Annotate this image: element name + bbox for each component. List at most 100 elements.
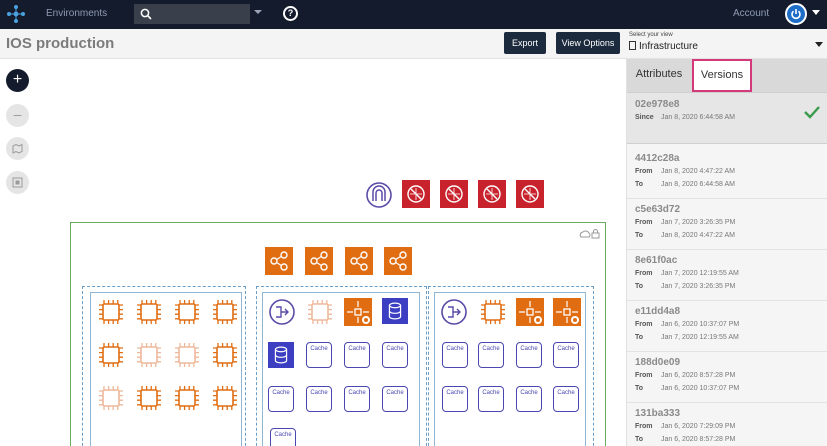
- power-icon[interactable]: [785, 3, 807, 25]
- version-to-value: Jan 6, 2020 10:37:07 PM: [661, 385, 740, 392]
- ec2-instance-icon[interactable]: [306, 298, 334, 326]
- version-to-label: To: [635, 334, 644, 341]
- version-item[interactable]: c5e63d72 From Jan 7, 2020 3:26:35 PM To Jan …: [627, 198, 827, 250]
- version-item[interactable]: 4412c28a From Jan 8, 2020 4:47:22 AM To Jan …: [627, 147, 827, 199]
- version-id: 131ba333: [635, 408, 681, 419]
- cache-node[interactable]: Cache: [268, 386, 294, 412]
- cache-node[interactable]: Cache: [344, 342, 370, 368]
- version-item[interactable]: e11dd4a8 From Jan 6, 2020 10:37:07 PM To Jan…: [627, 300, 827, 352]
- version-from-value: Jan 6, 2020 10:37:07 PM: [661, 321, 740, 328]
- export-button[interactable]: Export: [504, 32, 546, 54]
- cache-node[interactable]: Cache: [344, 386, 370, 412]
- ec2-instance-icon[interactable]: [97, 298, 125, 326]
- version-from-label: From: [635, 423, 653, 430]
- version-id: 188d0e09: [635, 357, 681, 368]
- version-from-label: From: [635, 372, 653, 379]
- cache-node[interactable]: Cache: [382, 342, 408, 368]
- cache-node[interactable]: Cache: [306, 386, 332, 412]
- security-group-icon[interactable]: [402, 180, 430, 208]
- version-to-label: To: [635, 385, 644, 392]
- version-since-value: Jan 8, 2020 6:44:58 AM: [661, 114, 735, 121]
- title-bar: IOS production Export View Options Selec…: [0, 29, 827, 59]
- view-chevron-down-icon[interactable]: [815, 42, 823, 48]
- version-id: c5e63d72: [635, 204, 681, 215]
- cache-node[interactable]: Cache: [442, 386, 468, 412]
- ec2-instance-icon[interactable]: [211, 384, 239, 412]
- select-view-label: Select your view: [629, 32, 673, 38]
- view-select-value: Infrastructure: [639, 41, 698, 52]
- panel-tabs: Attributes Versions: [627, 59, 827, 92]
- tab-versions[interactable]: Versions: [692, 59, 752, 92]
- load-balancer-icon[interactable]: [384, 247, 412, 275]
- chevron-down-icon[interactable]: [254, 8, 262, 16]
- load-balancer-icon[interactable]: [345, 247, 373, 275]
- app-logo-icon[interactable]: [6, 4, 26, 24]
- cache-node[interactable]: Cache: [553, 342, 579, 368]
- ec2-instance-icon[interactable]: [173, 298, 201, 326]
- version-from-label: From: [635, 168, 653, 175]
- ec2-instance-icon[interactable]: [135, 384, 163, 412]
- checkmark-icon: [804, 106, 820, 119]
- cache-node[interactable]: Cache: [442, 342, 468, 368]
- help-icon[interactable]: ?: [283, 6, 298, 21]
- vpc-cloud-lock-icon: [579, 226, 601, 244]
- auto-scaling-icon[interactable]: [516, 298, 544, 326]
- ec2-instance-icon[interactable]: [135, 298, 163, 326]
- security-group-icon[interactable]: [440, 180, 468, 208]
- cache-node[interactable]: Cache: [516, 342, 542, 368]
- side-panel: Attributes Versions 02e978e8 Since Jan 8, …: [626, 59, 827, 446]
- ec2-instance-icon[interactable]: [479, 298, 507, 326]
- cache-node[interactable]: Cache: [270, 428, 296, 446]
- cache-node[interactable]: Cache: [516, 386, 542, 412]
- version-to-value: Jan 8, 2020 6:44:58 AM: [661, 181, 735, 188]
- security-group-icon[interactable]: [516, 180, 544, 208]
- version-id: e11dd4a8: [635, 306, 681, 317]
- load-balancer-icon[interactable]: [305, 247, 333, 275]
- version-from-value: Jan 6, 2020 7:29:09 PM: [661, 423, 736, 430]
- version-since-label: Since: [635, 114, 654, 121]
- search-input[interactable]: [134, 4, 250, 24]
- page-title: IOS production: [6, 35, 115, 52]
- version-item[interactable]: 8e61f0ac From Jan 7, 2020 12:19:55 AM To Jan…: [627, 249, 827, 301]
- database-icon[interactable]: [382, 298, 408, 324]
- account-chevron-down-icon[interactable]: [812, 10, 820, 16]
- version-item[interactable]: 188d0e09 From Jan 6, 2020 8:57:28 PM To Jan …: [627, 351, 827, 403]
- auto-scaling-icon[interactable]: [553, 298, 581, 326]
- ec2-instance-icon[interactable]: [173, 341, 201, 369]
- ec2-instance-icon[interactable]: [97, 384, 125, 412]
- auto-scaling-icon[interactable]: [344, 298, 372, 326]
- cache-node[interactable]: Cache: [553, 386, 579, 412]
- search-icon: [140, 8, 152, 20]
- ec2-instance-icon[interactable]: [211, 341, 239, 369]
- cache-node[interactable]: Cache: [478, 386, 504, 412]
- version-from-value: Jan 8, 2020 4:47:22 AM: [661, 168, 735, 175]
- account-link[interactable]: Account: [733, 8, 769, 19]
- top-nav: Environments ? Account: [0, 0, 827, 29]
- tab-attributes[interactable]: Attributes: [627, 59, 691, 92]
- environments-link[interactable]: Environments: [46, 8, 107, 19]
- view-select[interactable]: Infrastructure: [629, 41, 698, 52]
- cache-node[interactable]: Cache: [478, 342, 504, 368]
- database-icon[interactable]: [268, 342, 294, 368]
- version-item[interactable]: 131ba333 From Jan 6, 2020 7:29:09 PM To Jan …: [627, 402, 827, 446]
- version-to-value: Jan 7, 2020 3:26:35 PM: [661, 283, 736, 290]
- view-options-button[interactable]: View Options: [556, 32, 620, 54]
- cache-node[interactable]: Cache: [306, 342, 332, 368]
- load-balancer-icon[interactable]: [265, 247, 293, 275]
- ec2-instance-icon[interactable]: [173, 384, 201, 412]
- cache-node[interactable]: Cache: [382, 386, 408, 412]
- ec2-instance-icon[interactable]: [211, 298, 239, 326]
- version-id: 4412c28a: [635, 153, 680, 164]
- router-icon[interactable]: [268, 298, 296, 326]
- version-from-label: From: [635, 270, 653, 277]
- version-item[interactable]: 02e978e8 Since Jan 8, 2020 6:44:58 AM: [627, 92, 827, 144]
- version-from-value: Jan 7, 2020 3:26:35 PM: [661, 219, 736, 226]
- router-icon[interactable]: [440, 298, 468, 326]
- version-from-label: From: [635, 219, 653, 226]
- version-to-value: Jan 7, 2020 12:19:55 AM: [661, 334, 739, 341]
- network-gateway-icon[interactable]: [365, 181, 393, 209]
- ec2-instance-icon[interactable]: [135, 341, 163, 369]
- ec2-instance-icon[interactable]: [97, 341, 125, 369]
- security-group-icon[interactable]: [478, 180, 506, 208]
- version-to-value: Jan 6, 2020 8:57:28 PM: [661, 436, 736, 443]
